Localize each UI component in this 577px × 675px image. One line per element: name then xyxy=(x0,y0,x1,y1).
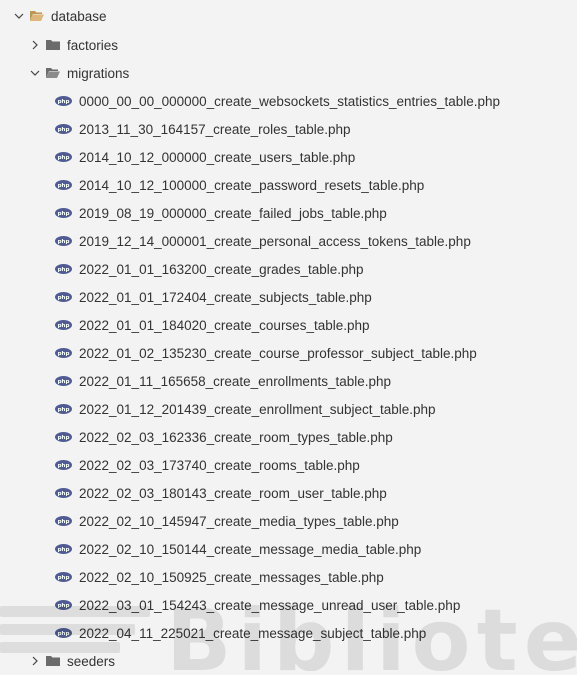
php-icon: php xyxy=(55,152,72,162)
file-name: 2014_10_12_100000_create_password_resets… xyxy=(79,177,425,193)
tree-item-label: factories xyxy=(67,37,119,53)
php-icon: php xyxy=(55,516,72,526)
folder-open-icon xyxy=(30,11,44,21)
chevron-down-icon[interactable] xyxy=(12,9,26,23)
file-item[interactable]: php 2022_01_01_172404_create_subjects_ta… xyxy=(0,283,577,311)
file-item[interactable]: php 2013_11_30_164157_create_roles_table… xyxy=(0,115,577,143)
php-icon: php xyxy=(55,544,72,554)
folder-open-icon xyxy=(46,68,60,78)
file-name: 2022_01_02_135230_create_course_professo… xyxy=(79,345,477,361)
tree-item-migrations[interactable]: migrations xyxy=(0,59,577,87)
folder-icon xyxy=(46,40,60,50)
php-icon: php xyxy=(55,572,72,582)
svg-text:php: php xyxy=(58,491,70,497)
file-item[interactable]: php 2019_08_19_000000_create_failed_jobs… xyxy=(0,199,577,227)
tree-item-factories[interactable]: factories xyxy=(0,31,577,59)
file-item[interactable]: php 2019_12_14_000001_create_personal_ac… xyxy=(0,227,577,255)
chevron-right-icon[interactable] xyxy=(28,654,42,668)
chevron-right-icon[interactable] xyxy=(28,38,42,52)
file-name: 2022_01_01_163200_create_grades_table.ph… xyxy=(79,261,364,277)
file-name: 2022_03_01_154243_create_message_unread_… xyxy=(79,597,461,613)
php-icon: php xyxy=(55,348,72,358)
svg-text:php: php xyxy=(58,435,70,441)
svg-text:php: php xyxy=(58,631,70,637)
file-name: 2022_01_11_165658_create_enrollments_tab… xyxy=(79,373,392,389)
file-item[interactable]: php 2022_02_03_162336_create_room_types_… xyxy=(0,423,577,451)
file-item[interactable]: php 2022_01_02_135230_create_course_prof… xyxy=(0,339,577,367)
file-name: 2022_01_01_184020_create_courses_table.p… xyxy=(79,317,370,333)
file-item[interactable]: php 2022_04_11_225021_create_message_sub… xyxy=(0,619,577,647)
svg-text:php: php xyxy=(58,519,70,525)
php-icon: php xyxy=(55,600,72,610)
file-item[interactable]: php 2022_01_01_163200_create_grades_tabl… xyxy=(0,255,577,283)
tree-item-database[interactable]: database xyxy=(0,2,577,30)
file-item[interactable]: php 2022_03_01_154243_create_message_unr… xyxy=(0,591,577,619)
svg-text:php: php xyxy=(58,575,70,581)
php-icon: php xyxy=(55,460,72,470)
file-name: 0000_00_00_000000_create_websockets_stat… xyxy=(79,93,501,109)
folder-icon xyxy=(46,656,60,666)
tree-item-label: seeders xyxy=(67,653,116,669)
php-icon: php xyxy=(55,208,72,218)
svg-text:php: php xyxy=(58,99,70,105)
file-item[interactable]: php 2022_02_10_145947_create_media_types… xyxy=(0,507,577,535)
php-icon: php xyxy=(55,488,72,498)
file-name: 2022_02_03_162336_create_room_types_tabl… xyxy=(79,429,393,445)
php-icon: php xyxy=(55,180,72,190)
file-name: 2013_11_30_164157_create_roles_table.php xyxy=(79,121,351,137)
file-name: 2022_02_03_173740_create_rooms_table.php xyxy=(79,457,360,473)
file-item[interactable]: php 2022_02_10_150925_create_messages_ta… xyxy=(0,563,577,591)
php-icon: php xyxy=(55,376,72,386)
file-item[interactable]: php 2014_10_12_000000_create_users_table… xyxy=(0,143,577,171)
svg-text:php: php xyxy=(58,351,70,357)
file-item[interactable]: php 2014_10_12_100000_create_password_re… xyxy=(0,171,577,199)
file-name: 2022_02_10_150925_create_messages_table.… xyxy=(79,569,384,585)
file-name: 2022_02_10_145947_create_media_types_tab… xyxy=(79,513,399,529)
chevron-down-icon[interactable] xyxy=(28,66,42,80)
php-icon: php xyxy=(55,320,72,330)
file-name: 2022_01_12_201439_create_enrollment_subj… xyxy=(79,401,436,417)
svg-text:php: php xyxy=(58,463,70,469)
file-name: 2022_02_10_150144_create_message_media_t… xyxy=(79,541,422,557)
svg-text:php: php xyxy=(58,547,70,553)
php-icon: php xyxy=(55,432,72,442)
file-name: 2019_12_14_000001_create_personal_access… xyxy=(79,233,471,249)
php-icon: php xyxy=(55,628,72,638)
file-name: 2014_10_12_000000_create_users_table.php xyxy=(79,149,356,165)
svg-text:php: php xyxy=(58,211,70,217)
svg-text:php: php xyxy=(58,267,70,273)
svg-text:php: php xyxy=(58,155,70,161)
file-name: 2022_01_01_172404_create_subjects_table.… xyxy=(79,289,372,305)
file-item[interactable]: php 2022_01_11_165658_create_enrollments… xyxy=(0,367,577,395)
php-icon: php xyxy=(55,264,72,274)
svg-text:php: php xyxy=(58,379,70,385)
file-item[interactable]: php 2022_02_10_150144_create_message_med… xyxy=(0,535,577,563)
file-name: 2022_04_11_225021_create_message_subject… xyxy=(79,625,427,641)
php-icon: php xyxy=(55,404,72,414)
svg-text:php: php xyxy=(58,127,70,133)
svg-text:php: php xyxy=(58,295,70,301)
tree-item-label: migrations xyxy=(67,65,130,81)
svg-text:php: php xyxy=(58,407,70,413)
file-item[interactable]: php 2022_01_01_184020_create_courses_tab… xyxy=(0,311,577,339)
php-icon: php xyxy=(55,292,72,302)
svg-text:php: php xyxy=(58,183,70,189)
file-name: 2022_02_03_180143_create_room_user_table… xyxy=(79,485,387,501)
tree-item-label: database xyxy=(51,8,107,24)
file-name: 2019_08_19_000000_create_failed_jobs_tab… xyxy=(79,205,387,221)
file-item[interactable]: php 2022_02_03_180143_create_room_user_t… xyxy=(0,479,577,507)
php-icon: php xyxy=(55,124,72,134)
svg-text:php: php xyxy=(58,603,70,609)
file-item[interactable]: php 2022_02_03_173740_create_rooms_table… xyxy=(0,451,577,479)
php-icon: php xyxy=(55,236,72,246)
php-icon: php xyxy=(55,96,72,106)
svg-text:php: php xyxy=(58,323,70,329)
file-item[interactable]: php 0000_00_00_000000_create_websockets_… xyxy=(0,87,577,115)
file-item[interactable]: php 2022_01_12_201439_create_enrollment_… xyxy=(0,395,577,423)
svg-text:php: php xyxy=(58,239,70,245)
